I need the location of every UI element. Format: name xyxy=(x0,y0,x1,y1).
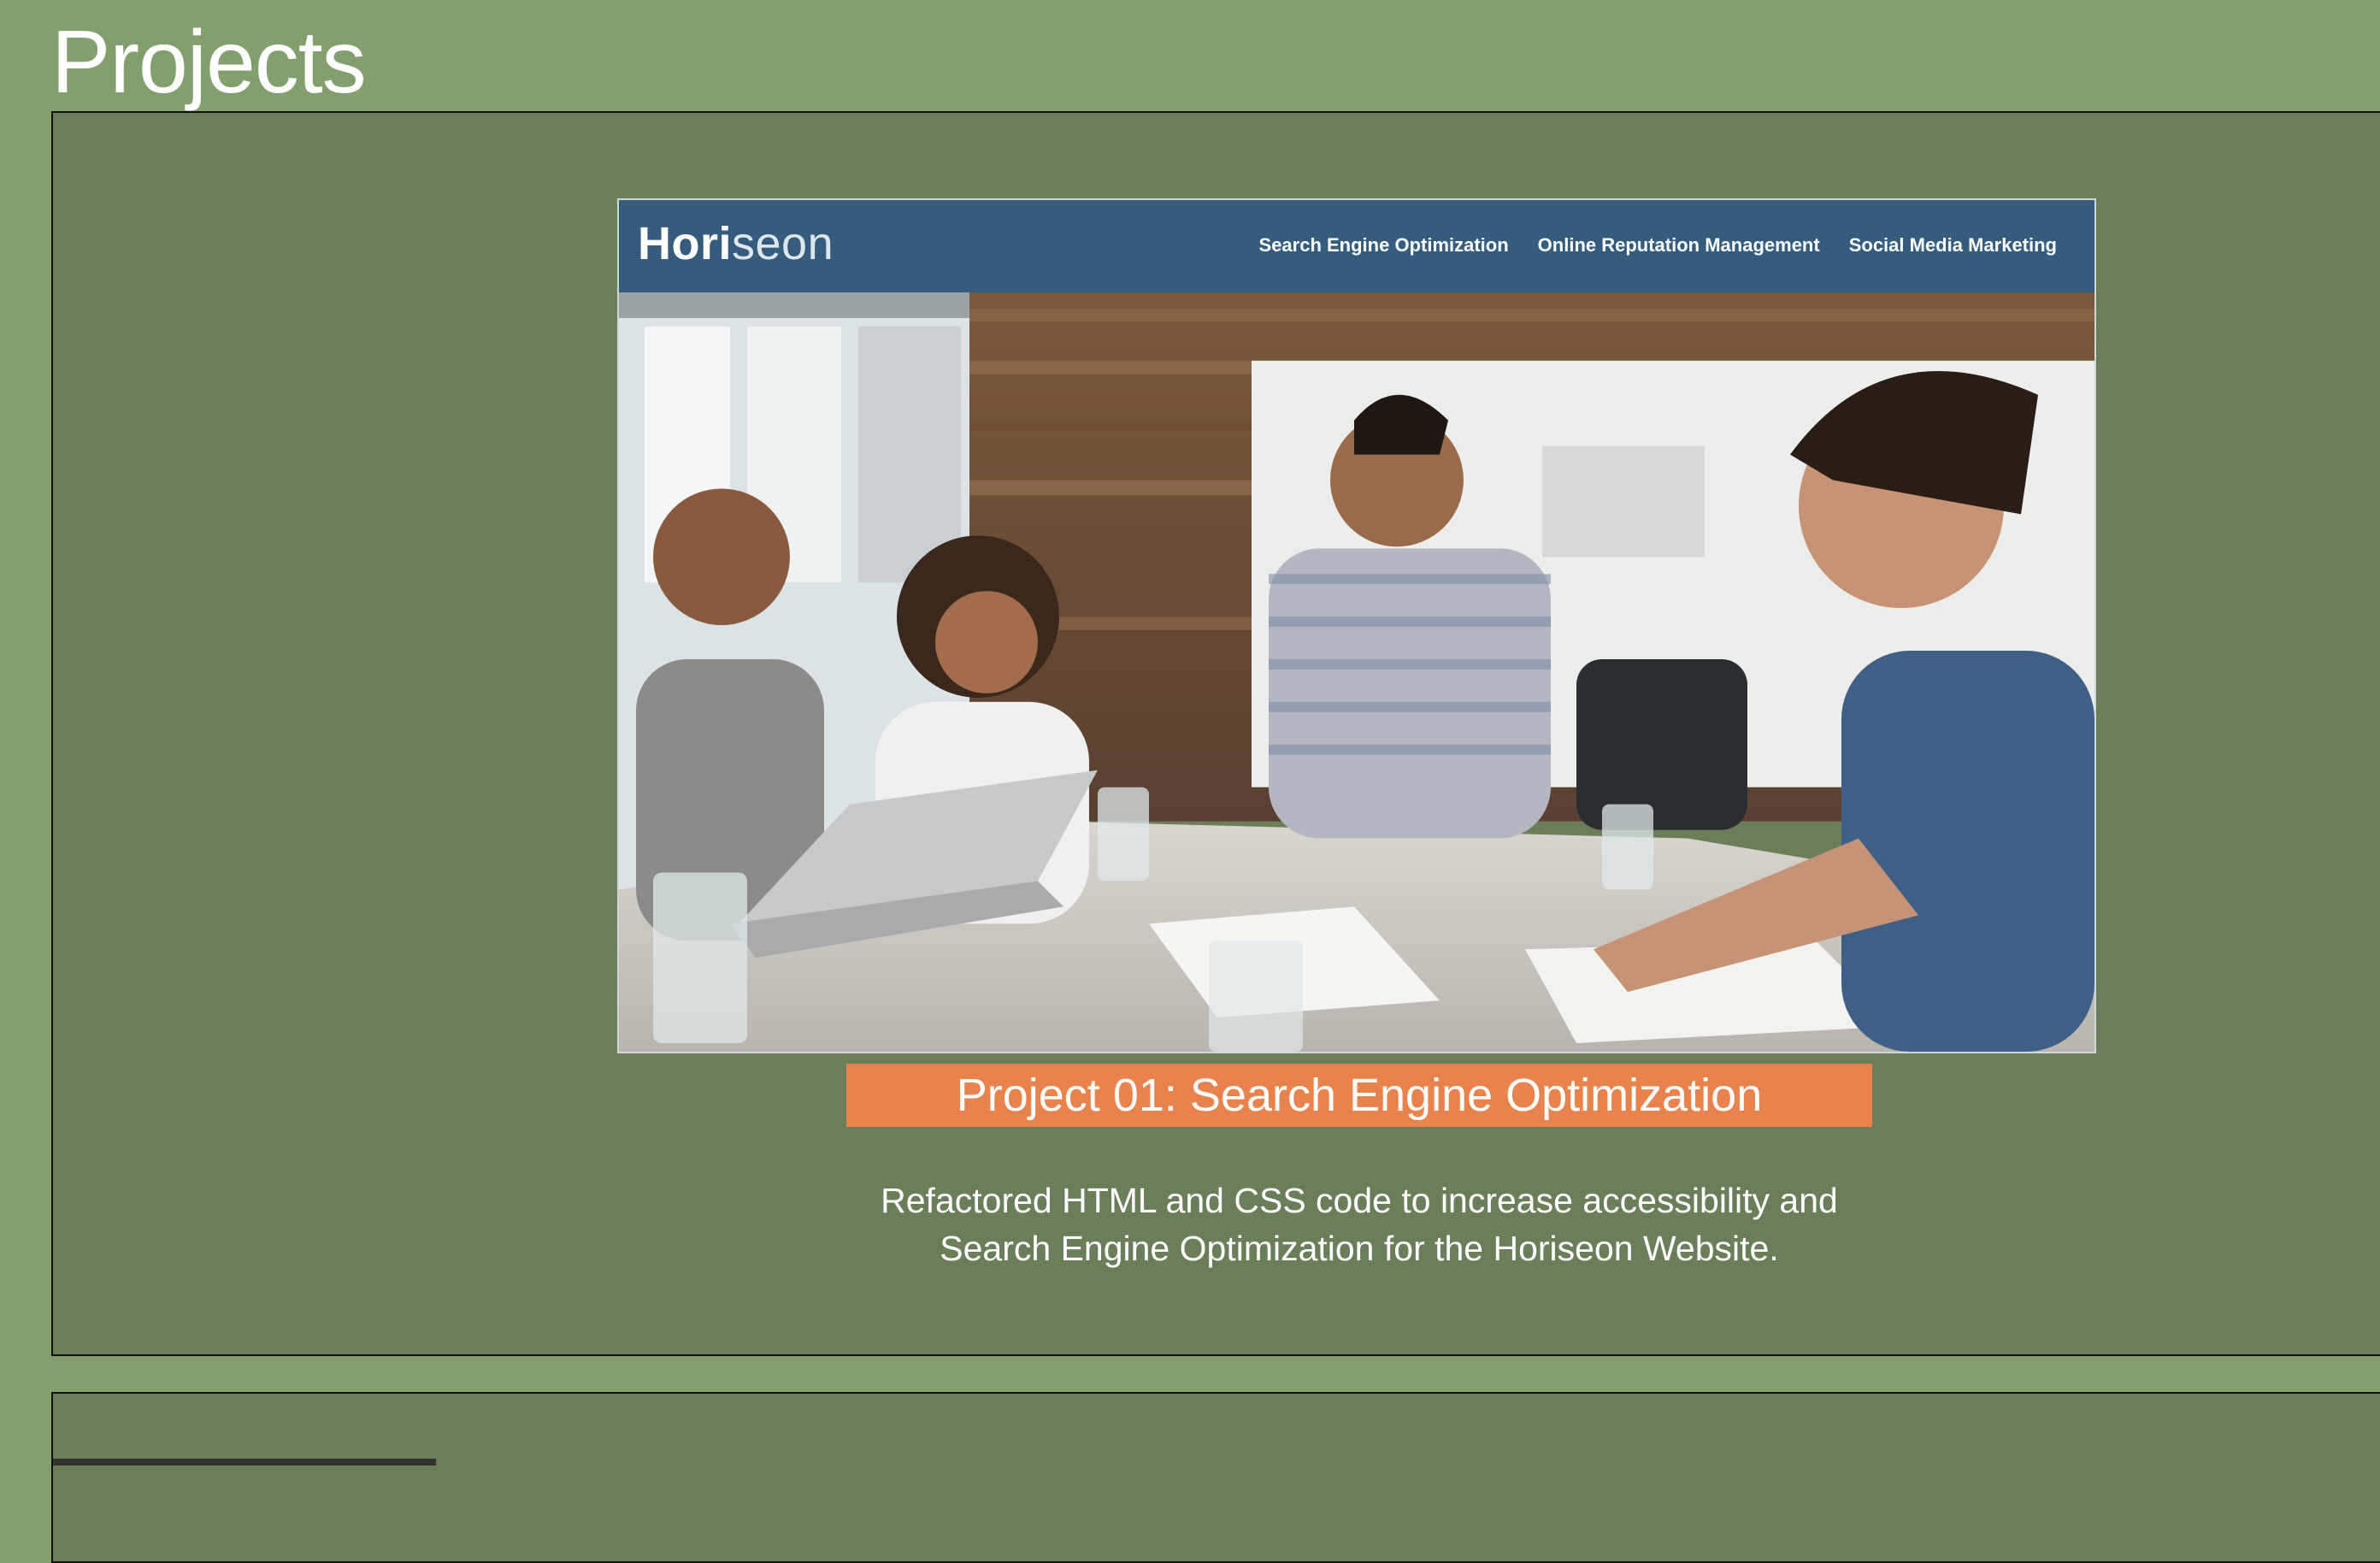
site-nav-item-orm: Online Reputation Management xyxy=(1537,234,1820,256)
project-card-next-edge xyxy=(53,1459,436,1466)
site-nav-item-seo: Search Engine Optimization xyxy=(1258,234,1509,256)
site-logo: Horiseon xyxy=(638,218,834,269)
project-title-bar[interactable]: Project 01: Search Engine Optimization xyxy=(846,1064,1872,1127)
project-screenshot[interactable]: Horiseon Search Engine Optimization Onli… xyxy=(617,198,2096,1053)
page-title: Projects xyxy=(51,13,367,112)
project-card-next xyxy=(51,1392,2380,1563)
site-header: Horiseon Search Engine Optimization Onli… xyxy=(619,200,2094,292)
site-nav-item-smm: Social Media Marketing xyxy=(1848,234,2057,256)
team-meeting-photo xyxy=(619,292,2094,1052)
project-title[interactable]: Project 01: Search Engine Optimization xyxy=(957,1072,1763,1118)
project-card: Horiseon Search Engine Optimization Onli… xyxy=(51,111,2380,1356)
site-nav: Search Engine Optimization Online Reputa… xyxy=(1259,234,2057,257)
project-description: Refactored HTML and CSS code to increase… xyxy=(881,1181,1838,1268)
